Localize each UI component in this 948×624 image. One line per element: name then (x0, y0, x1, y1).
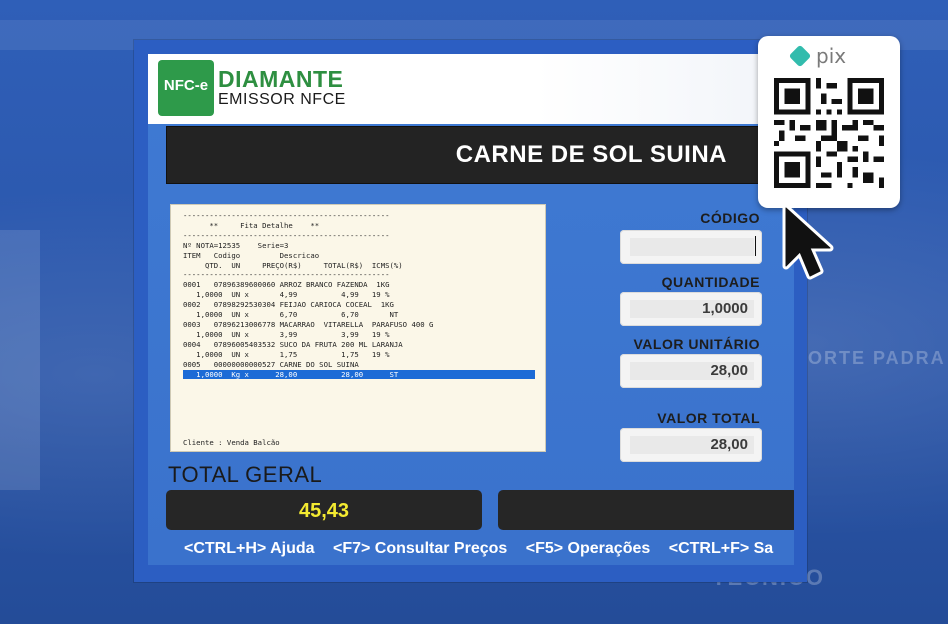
pos-window: NFC-e DIAMANTE EMISSOR NFCE CARNE DE SOL… (134, 40, 807, 582)
total-geral-value: 45,43 (298, 500, 350, 522)
receipt-line: 1,0000 UN x 1,75 1,75 19 % (183, 349, 390, 359)
codigo-input-inner (630, 238, 754, 256)
receipt-line: 1,0000 UN x 6,70 6,70 NT (183, 310, 399, 320)
nfce-logo: NFC-e (158, 60, 214, 116)
receipt-line: QTD. UN PREÇO(R$) TOTAL(R$) ICMS(%) (183, 260, 403, 270)
pix-label: pix (816, 44, 847, 68)
shortcut-exit[interactable]: <CTRL+F> Sa (669, 540, 773, 557)
receipt-line: 0003 07896213006778 MACARRAO VITARELLA P… (183, 319, 434, 329)
background-qr-panel (0, 230, 40, 490)
receipt-line: ** Fita Detalhe ** (183, 220, 320, 230)
quantidade-label: QUANTIDADE (661, 274, 760, 290)
receipt-line: ITEM Codigo Descricao (183, 250, 320, 260)
app-header: NFC-e DIAMANTE EMISSOR NFCE (148, 54, 794, 124)
secondary-display-box (498, 490, 794, 530)
brand-subtitle: EMISSOR NFCE (218, 91, 346, 108)
valor-total-input[interactable]: 28,00 (620, 428, 762, 462)
codigo-input[interactable] (620, 230, 762, 264)
shortcut-help[interactable]: <CTRL+H> Ajuda (184, 540, 315, 557)
receipt-tape: ----------------------------------------… (170, 204, 546, 452)
quantidade-input[interactable]: 1,0000 (620, 292, 762, 326)
valor-unitario-input[interactable]: 28,00 (620, 354, 762, 388)
receipt-line: ----------------------------------------… (183, 230, 390, 240)
receipt-line: 1,0000 UN x 4,99 4,99 19 % (183, 290, 390, 300)
pix-logo: pix (788, 44, 872, 68)
pix-qr-card[interactable]: pix (758, 36, 900, 208)
valor-total-value: 28,00 (710, 436, 748, 453)
receipt-line: 0002 07898292530304 FEIJAO CARIOCA COCEA… (183, 300, 394, 310)
valor-total-label: VALOR TOTAL (657, 410, 760, 426)
receipt-selected-line: 1,0000 Kg x 28,00 28,00 ST (183, 369, 535, 380)
total-geral-label: TOTAL GERAL (168, 462, 323, 487)
mouse-pointer-icon (782, 204, 834, 280)
background-text: ORTE PADRA (808, 348, 946, 368)
codigo-label: CÓDIGO (700, 210, 760, 226)
text-caret (755, 236, 756, 256)
product-name: CARNE DE SOL SUINA (455, 141, 727, 168)
receipt-line: ----------------------------------------… (183, 270, 390, 280)
receipt-line: 0001 07896389600060 ARROZ BRANCO FAZENDA… (183, 280, 390, 290)
quantidade-value: 1,0000 (702, 300, 748, 317)
receipt-line: 0004 07896005403532 SUCO DA FRUTA 200 ML… (183, 339, 403, 349)
qr-code-icon (774, 78, 884, 188)
receipt-line: Nº NOTA=12535 Serie=3 (183, 240, 289, 250)
shortcut-consult-prices[interactable]: <F7> Consultar Preços (333, 540, 507, 557)
pos-screen: NFC-e DIAMANTE EMISSOR NFCE CARNE DE SOL… (148, 54, 794, 565)
receipt-lines: ----------------------------------------… (171, 205, 545, 380)
product-name-bar: CARNE DE SOL SUINA (166, 126, 768, 184)
valor-unitario-value: 28,00 (710, 362, 748, 379)
pix-diamond-icon (788, 44, 812, 68)
receipt-line: 0005 00000000000527 CARNE DO SOL SUINA (183, 359, 359, 369)
receipt-line: ----------------------------------------… (183, 211, 390, 220)
shortcut-bar: <CTRL+H> Ajuda <F7> Consultar Preços <F5… (184, 540, 787, 558)
receipt-line: 1,0000 UN x 3,99 3,99 19 % (183, 329, 390, 339)
valor-unitario-label: VALOR UNITÁRIO (633, 336, 760, 352)
shortcut-operations[interactable]: <F5> Operações (526, 540, 651, 557)
receipt-client: Cliente : Venda Balcão (183, 438, 280, 447)
total-geral-box: 45,43 (166, 490, 482, 530)
logo-label: NFC-e (163, 77, 209, 94)
brand-title: DIAMANTE (218, 66, 344, 92)
